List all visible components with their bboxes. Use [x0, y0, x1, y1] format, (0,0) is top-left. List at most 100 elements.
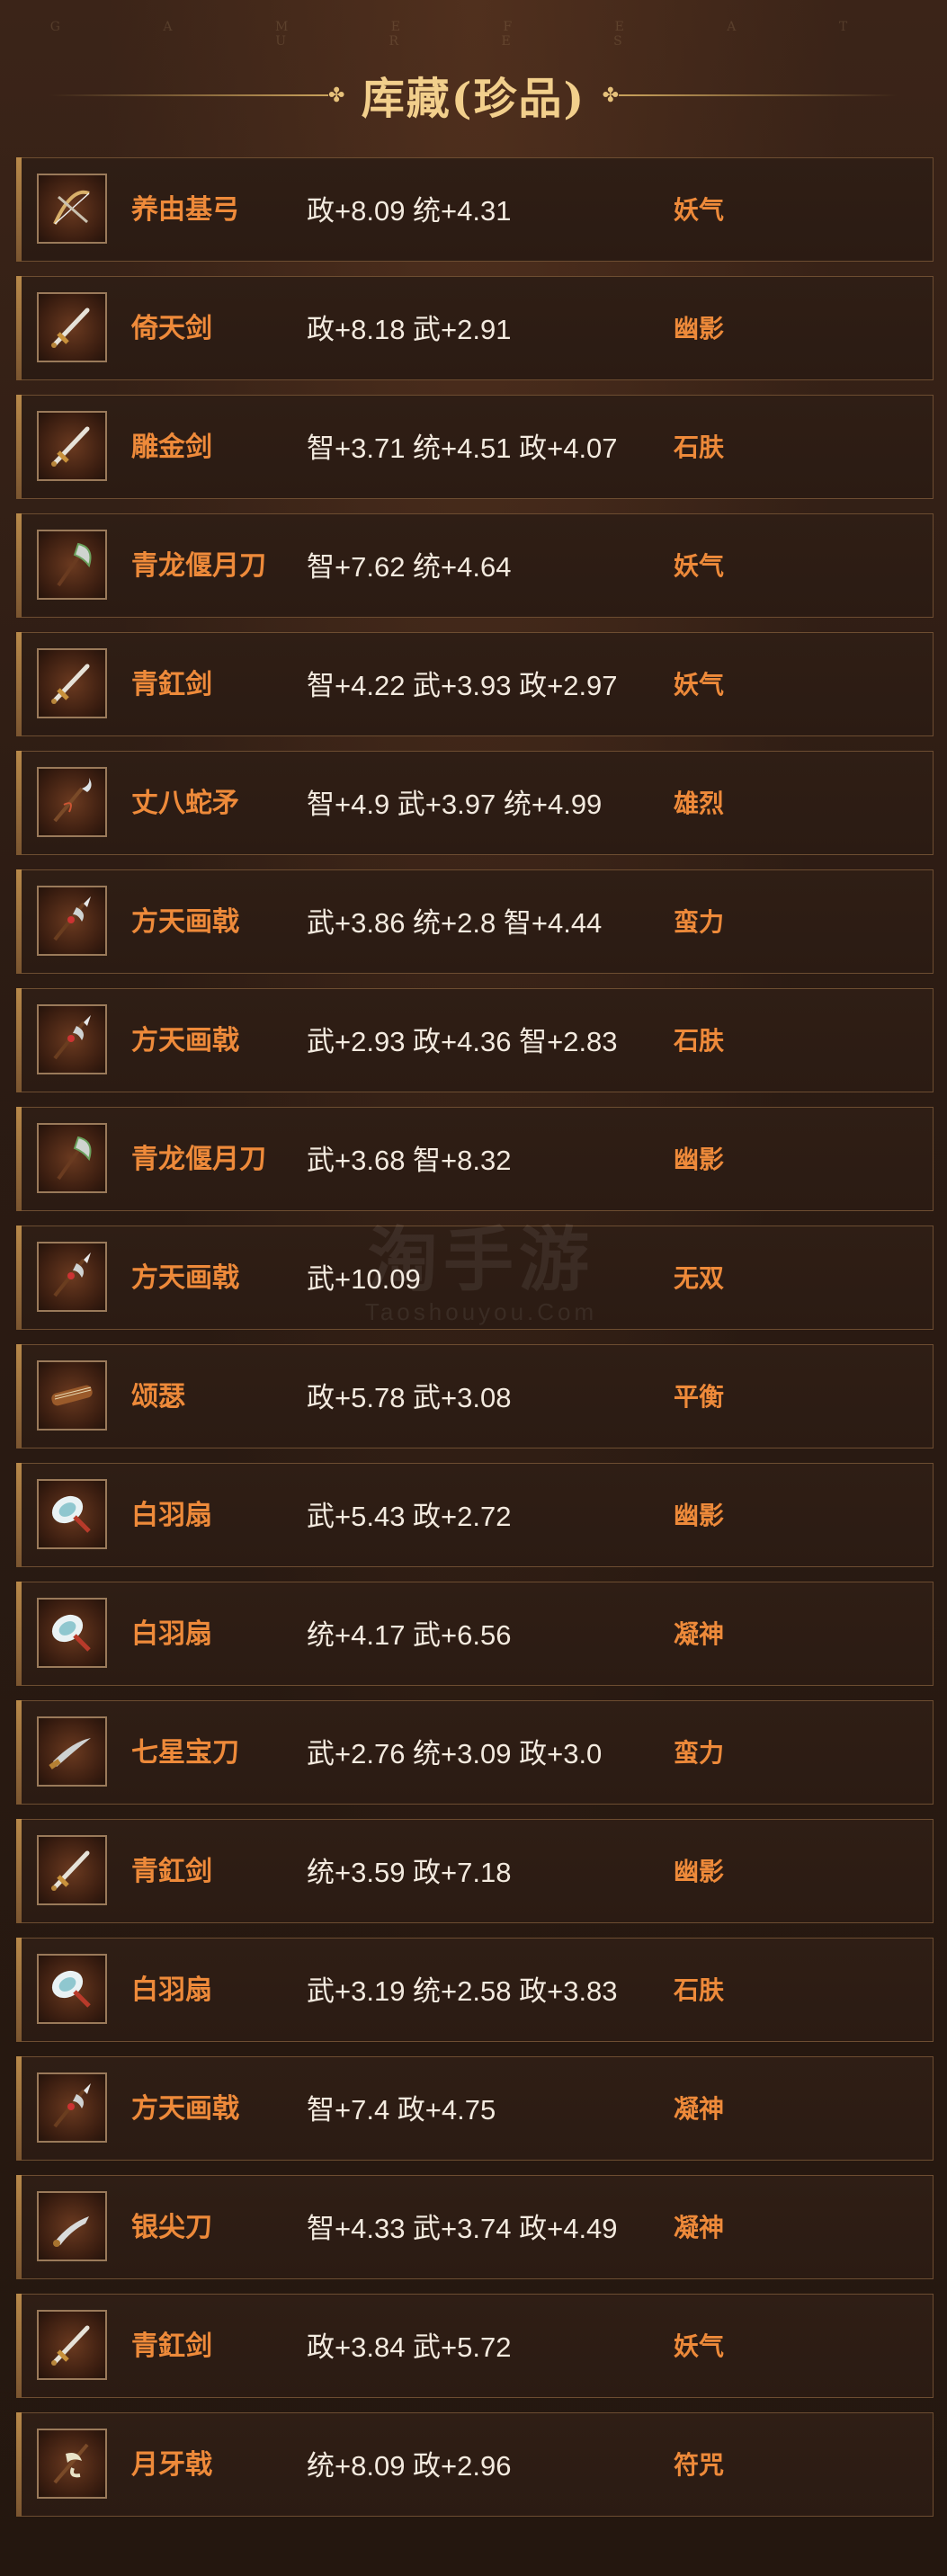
item-halberd-icon — [37, 1242, 107, 1312]
item-sword-icon — [37, 648, 107, 718]
item-trait: 妖气 — [674, 2331, 725, 2361]
item-stats: 智+3.71 统+4.51 政+4.07 — [307, 432, 618, 464]
item-name: 青釭剑 — [131, 669, 212, 700]
item-trait: 幽影 — [674, 314, 725, 343]
list-item[interactable]: 银尖刀 智+4.33 武+3.74 政+4.49 凝神 — [16, 2175, 934, 2279]
list-item[interactable]: 倚天剑 政+8.18 武+2.91 幽影 — [16, 276, 934, 380]
item-stats: 武+3.19 统+2.58 政+3.83 — [307, 1975, 618, 2007]
item-trait: 无双 — [674, 1263, 725, 1293]
item-glaive-icon — [37, 1123, 107, 1193]
item-stats: 武+5.43 政+2.72 — [307, 1501, 512, 1532]
item-trait: 石肤 — [674, 1975, 725, 2005]
item-stats: 智+7.4 政+4.75 — [307, 2094, 496, 2126]
item-stats: 政+3.84 武+5.72 — [307, 2331, 512, 2363]
item-stats: 武+3.86 统+2.8 智+4.44 — [307, 907, 603, 939]
item-trait: 雄烈 — [674, 789, 725, 818]
header-subtitle-letters: G A M E F E A T U R E S — [49, 20, 898, 49]
item-stats: 统+8.09 政+2.96 — [307, 2450, 512, 2482]
item-trait: 凝神 — [674, 1619, 725, 1649]
item-trait: 妖气 — [674, 195, 725, 225]
item-feather-fan-icon — [37, 1954, 107, 2024]
list-item[interactable]: 方天画戟 智+7.4 政+4.75 凝神 — [16, 2056, 934, 2161]
item-name: 月牙戟 — [131, 2449, 212, 2481]
item-glaive-icon — [37, 530, 107, 600]
item-name: 倚天剑 — [131, 313, 212, 344]
item-trait: 石肤 — [674, 1026, 725, 1056]
item-blade-icon — [37, 2191, 107, 2261]
item-feather-fan-icon — [37, 1479, 107, 1549]
item-halberd-icon — [37, 1004, 107, 1074]
list-item[interactable]: 颂瑟 政+5.78 武+3.08 平衡 — [16, 1344, 934, 1448]
item-name: 七星宝刀 — [131, 1737, 239, 1769]
item-name: 青釭剑 — [131, 1856, 212, 1887]
item-stats: 统+3.59 政+7.18 — [307, 1857, 512, 1888]
item-sword-icon — [37, 1835, 107, 1905]
list-item[interactable]: 青釭剑 智+4.22 武+3.93 政+2.97 妖气 — [16, 632, 934, 736]
item-name: 银尖刀 — [131, 2212, 212, 2243]
list-item[interactable]: 白羽扇 统+4.17 武+6.56 凝神 — [16, 1582, 934, 1686]
item-serpent-spear-icon — [37, 767, 107, 837]
item-sword-icon — [37, 411, 107, 481]
item-crescent-halberd-icon — [37, 2429, 107, 2499]
item-name: 白羽扇 — [131, 1974, 212, 2006]
item-halberd-icon — [37, 886, 107, 956]
item-name: 方天画戟 — [131, 906, 239, 938]
item-stats: 智+4.22 武+3.93 政+2.97 — [307, 670, 618, 701]
item-stats: 政+8.18 武+2.91 — [307, 314, 512, 345]
item-trait: 幽影 — [674, 1857, 725, 1886]
item-sword-icon — [37, 292, 107, 362]
item-trait: 凝神 — [674, 2213, 725, 2242]
item-trait: 幽影 — [674, 1501, 725, 1530]
item-trait: 凝神 — [674, 2094, 725, 2124]
list-item[interactable]: 月牙戟 统+8.09 政+2.96 符咒 — [16, 2412, 934, 2517]
item-trait: 妖气 — [674, 551, 725, 581]
item-halberd-icon — [37, 2072, 107, 2143]
item-stats: 武+10.09 — [307, 1263, 421, 1295]
item-trait: 妖气 — [674, 670, 725, 700]
item-stats: 智+4.9 武+3.97 统+4.99 — [307, 789, 603, 820]
list-item[interactable]: 方天画戟 武+3.86 统+2.8 智+4.44 蛮力 — [16, 869, 934, 974]
list-item[interactable]: 白羽扇 武+5.43 政+2.72 幽影 — [16, 1463, 934, 1567]
item-sword-icon — [37, 2310, 107, 2380]
item-bow-icon — [37, 174, 107, 244]
item-name: 颂瑟 — [131, 1381, 185, 1413]
item-name: 方天画戟 — [131, 1025, 239, 1056]
item-name: 丈八蛇矛 — [131, 788, 239, 819]
item-stats: 智+7.62 统+4.64 — [307, 551, 512, 583]
list-item[interactable]: 青釭剑 政+3.84 武+5.72 妖气 — [16, 2294, 934, 2398]
list-item[interactable]: 方天画戟 武+10.09 无双 — [16, 1226, 934, 1330]
item-trait: 幽影 — [674, 1145, 725, 1174]
item-trait: 平衡 — [674, 1382, 725, 1412]
list-item[interactable]: 白羽扇 武+3.19 统+2.58 政+3.83 石肤 — [16, 1938, 934, 2042]
list-item[interactable]: 雕金剑 智+3.71 统+4.51 政+4.07 石肤 — [16, 395, 934, 499]
item-stats: 智+4.33 武+3.74 政+4.49 — [307, 2213, 618, 2244]
item-trait: 符咒 — [674, 2450, 725, 2480]
item-name: 雕金剑 — [131, 432, 212, 463]
item-stats: 政+8.09 统+4.31 — [307, 195, 512, 227]
item-stats: 武+3.68 智+8.32 — [307, 1145, 512, 1176]
list-item[interactable]: 方天画戟 武+2.93 政+4.36 智+2.83 石肤 — [16, 988, 934, 1092]
item-stats: 武+2.93 政+4.36 智+2.83 — [307, 1026, 618, 1057]
item-stats: 政+5.78 武+3.08 — [307, 1382, 512, 1413]
item-stats: 武+2.76 统+3.09 政+3.0 — [307, 1738, 603, 1769]
page-title: 库藏(珍品) — [361, 74, 586, 124]
list-item[interactable]: 丈八蛇矛 智+4.9 武+3.97 统+4.99 雄烈 — [16, 751, 934, 855]
item-stats: 统+4.17 武+6.56 — [307, 1619, 512, 1651]
item-feather-fan-icon — [37, 1598, 107, 1668]
header: G A M E F E A T U R E S ✤ ✤ 库藏(珍品) — [0, 0, 947, 153]
item-trait: 蛮力 — [674, 907, 725, 937]
item-name: 青龙偃月刀 — [131, 1144, 266, 1175]
list-item[interactable]: 青龙偃月刀 智+7.62 统+4.64 妖气 — [16, 513, 934, 618]
list-item[interactable]: 青釭剑 统+3.59 政+7.18 幽影 — [16, 1819, 934, 1923]
list-item[interactable]: 青龙偃月刀 武+3.68 智+8.32 幽影 — [16, 1107, 934, 1211]
item-name: 方天画戟 — [131, 1262, 239, 1294]
list-item[interactable]: 七星宝刀 武+2.76 统+3.09 政+3.0 蛮力 — [16, 1700, 934, 1805]
item-name: 养由基弓 — [131, 194, 239, 226]
item-trait: 蛮力 — [674, 1738, 725, 1768]
title-bar: ✤ ✤ 库藏(珍品) — [0, 63, 947, 126]
item-name: 方天画戟 — [131, 2093, 239, 2125]
item-name: 青釭剑 — [131, 2331, 212, 2362]
item-saber-icon — [37, 1716, 107, 1787]
item-name: 白羽扇 — [131, 1618, 212, 1650]
list-item[interactable]: 养由基弓 政+8.09 统+4.31 妖气 — [16, 157, 934, 262]
